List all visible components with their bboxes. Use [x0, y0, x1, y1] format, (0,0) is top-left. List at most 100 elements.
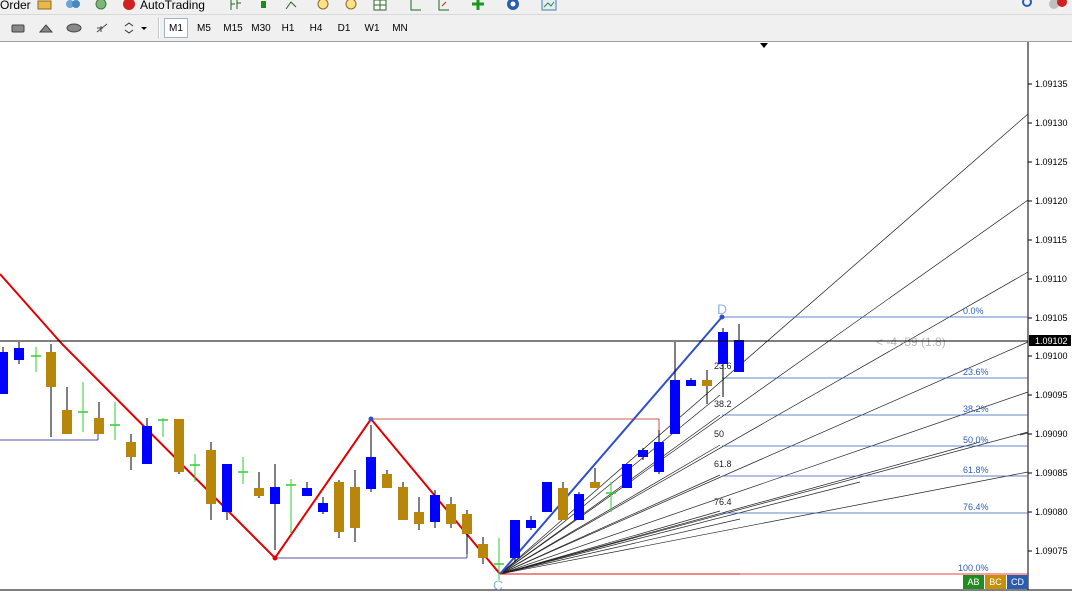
pivot-point: [368, 416, 374, 422]
fan-level-label: 50: [714, 429, 724, 439]
candle-body: [542, 482, 552, 512]
timeframe-m5-button[interactable]: M5: [192, 18, 216, 38]
candle-body: [734, 340, 744, 372]
candle-body: [558, 488, 568, 520]
abcd-pattern: DC: [0, 273, 740, 593]
timeframe-w1-button[interactable]: W1: [360, 18, 384, 38]
candle-body: [270, 487, 280, 504]
fan-line: [499, 341, 1029, 575]
price-tick-label: 1.09130: [1035, 118, 1068, 128]
candle-chart-icon[interactable]: [256, 0, 272, 14]
price-tick-label: 1.09110: [1035, 274, 1067, 284]
fib-level-label: 0.0%: [963, 306, 984, 316]
candle-body: [622, 464, 632, 488]
timeframe-h4-button[interactable]: H4: [304, 18, 328, 38]
fib-level-label: 23.6%: [963, 367, 989, 377]
autotrading-label: AutoTrading: [140, 0, 205, 12]
toolbar-separator: [158, 17, 160, 39]
price-tick-label: 1.09090: [1035, 429, 1068, 439]
zoom-in-icon[interactable]: [316, 0, 332, 14]
fib-level-label: 38.2%: [963, 404, 989, 414]
fibonacci-retracement: 0.0%23.6%38.2%50.0%61.8%76.4%100.0%23.63…: [500, 306, 1028, 575]
chart-shift-marker-icon[interactable]: [760, 43, 768, 48]
chart-shift-icon[interactable]: [408, 0, 424, 14]
candle-body: [206, 450, 216, 504]
candle-body: [462, 514, 472, 534]
triangle-tool-icon[interactable]: [36, 18, 56, 38]
arrows-dropdown-icon[interactable]: [120, 18, 150, 38]
zoom-out-icon[interactable]: [344, 0, 360, 14]
stop-icon: [123, 0, 135, 10]
new-order-button[interactable]: Order: [0, 0, 31, 14]
price-chart[interactable]: 0.0%23.6%38.2%50.0%61.8%76.4%100.0%23.63…: [0, 42, 1072, 593]
tile-windows-icon[interactable]: [372, 0, 388, 14]
price-tick-label: 1.09115: [1035, 235, 1067, 245]
fan-level-label: 38.2: [714, 399, 732, 409]
candle-body: [670, 380, 680, 434]
candle-body: [334, 482, 344, 532]
globe-icon[interactable]: [92, 0, 110, 14]
price-axis: [0, 42, 1072, 591]
search-icon[interactable]: [1020, 0, 1034, 14]
fan-line: [499, 414, 721, 575]
price-tick-label: 1.09120: [1035, 196, 1068, 206]
fib-level-label: 61.8%: [963, 465, 989, 475]
point-d-label: D: [717, 301, 727, 317]
autotrading-button[interactable]: AutoTrading: [120, 0, 205, 14]
price-tick-label: 1.09080: [1035, 507, 1068, 517]
candle-body: [14, 348, 24, 360]
tag-cd[interactable]: CD: [1007, 575, 1028, 589]
candle-body: [478, 544, 488, 558]
candle-body: [702, 380, 712, 386]
price-tick-label: 1.09105: [1035, 313, 1068, 323]
notification-icon[interactable]: [1046, 0, 1068, 14]
ellipse-tool-icon[interactable]: [64, 18, 84, 38]
candle-body: [222, 464, 232, 512]
candle-body: [430, 495, 440, 522]
candle-body: [318, 503, 328, 512]
candlesticks: [0, 324, 744, 580]
candle-body: [398, 487, 408, 520]
fan-line: [499, 471, 1029, 575]
timeframe-m1-button[interactable]: M1: [164, 18, 188, 38]
periods-icon[interactable]: [504, 0, 524, 14]
people-icon[interactable]: [64, 0, 82, 14]
timeframe-h1-button[interactable]: H1: [276, 18, 300, 38]
timeframe-d1-button[interactable]: D1: [332, 18, 356, 38]
bar-chart-icon[interactable]: [228, 0, 244, 14]
candle-body: [590, 482, 600, 488]
timeframe-mn-button[interactable]: MN: [388, 18, 412, 38]
candle-body: [638, 450, 648, 457]
candle-body: [254, 488, 264, 496]
indicators-icon[interactable]: [470, 0, 490, 14]
candle-body: [0, 352, 8, 394]
rectangle-tool-icon[interactable]: [8, 18, 28, 38]
new-order-label: Order: [0, 0, 31, 12]
candle-body: [62, 410, 72, 434]
autoscroll-icon[interactable]: [436, 0, 452, 14]
tag-bc[interactable]: BC: [985, 575, 1006, 589]
candle-body: [526, 520, 536, 528]
zigzag-line: [0, 273, 501, 575]
point-c-label: C: [493, 577, 503, 593]
current-price-label: 1.09102: [1035, 336, 1068, 346]
tag-ab[interactable]: AB: [963, 575, 984, 589]
candle-body: [174, 419, 184, 472]
templates-icon[interactable]: [540, 0, 564, 14]
candle-body: [574, 494, 584, 520]
candle-body: [46, 352, 56, 387]
timeframe-m30-button[interactable]: M30: [248, 18, 274, 38]
price-tick-label: 1.09135: [1035, 79, 1068, 89]
candle-body: [350, 487, 360, 528]
main-toolbar: Order AutoTrading: [0, 0, 1072, 15]
candle-body: [142, 426, 152, 464]
chart-annotations: < -4 -59 (1.8): [876, 335, 946, 349]
fibonacci-tool-icon[interactable]: [92, 18, 112, 38]
price-tick-label: 1.09100: [1035, 351, 1068, 361]
line-chart-icon[interactable]: [284, 0, 300, 14]
market-watch-icon[interactable]: [36, 0, 54, 14]
timeframe-m15-button[interactable]: M15: [220, 18, 246, 38]
fan-line: [499, 441, 981, 575]
fan-level-label: 61.8: [714, 459, 732, 469]
candle-body: [654, 442, 664, 472]
